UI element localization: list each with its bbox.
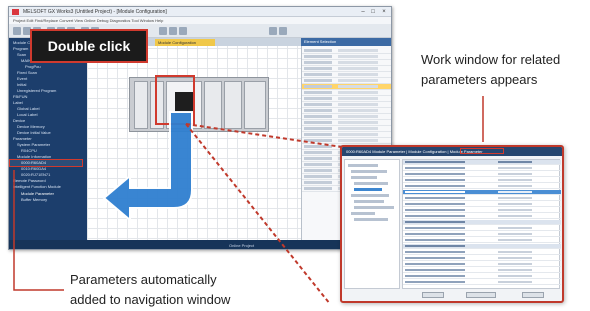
apply-button[interactable]	[522, 292, 544, 298]
work-window-title: 0000:R60AD4 Module Parameter | Module Co…	[342, 147, 562, 156]
caption-line: parameters appears	[421, 72, 538, 87]
check-button[interactable]	[422, 292, 444, 298]
restore-default-button[interactable]	[466, 292, 496, 298]
caption-line: added to navigation window	[70, 292, 231, 307]
parameter-grid[interactable]	[402, 159, 561, 289]
work-window: 0000:R60AD4 Module Parameter | Module Co…	[340, 145, 564, 303]
navigation-caption: Parameters automatically added to naviga…	[70, 270, 230, 310]
caption-line: Work window for related	[421, 52, 561, 67]
setting-item-tree[interactable]	[344, 159, 400, 289]
work-window-caption: Work window for related parameters appea…	[421, 50, 560, 90]
work-window-footer	[402, 290, 560, 301]
module-parameter-tab[interactable]	[460, 148, 504, 154]
caption-line: Parameters automatically	[70, 272, 217, 287]
